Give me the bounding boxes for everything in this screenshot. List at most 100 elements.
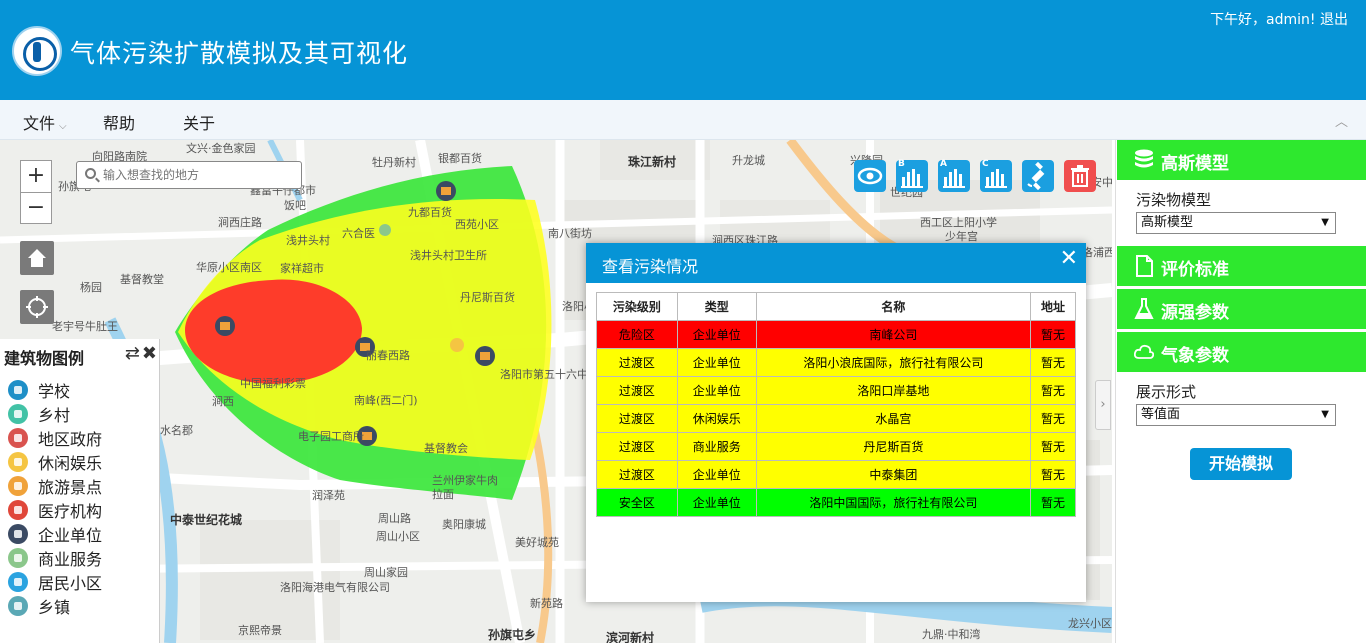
satellite-icon <box>1027 161 1045 191</box>
legend-item-label: 地区政府 <box>38 430 103 449</box>
map-label: 润泽苑 <box>312 489 345 502</box>
legend-item-label: 医疗机构 <box>38 502 103 521</box>
table-cell-address: 暂无 <box>1030 320 1076 349</box>
table-cell-level: 过渡区 <box>596 376 678 405</box>
zoom-in-button[interactable]: + <box>21 161 51 192</box>
document-icon <box>1136 255 1153 277</box>
locate-button[interactable] <box>20 290 54 324</box>
collapse-menu-icon[interactable]: ︿ <box>1335 111 1348 130</box>
chart-c-button[interactable]: C <box>980 159 1012 192</box>
pollution-table: 污染级别 类型 名称 地址 危险区 企业单位 南峰公司 暂无 过渡区 企业单位 洛阳小浪底国… <box>596 292 1076 517</box>
dialog-header: 查看污染情况 ✕ <box>586 243 1086 283</box>
table-row[interactable]: 过渡区 企业单位 洛阳口岸基地 暂无 <box>596 376 1076 405</box>
table-cell-address: 暂无 <box>1030 348 1076 377</box>
table-row[interactable]: 安全区 企业单位 洛阳中国国际，旅行社有限公司 暂无 <box>596 488 1076 517</box>
zoom-control: + − <box>20 160 52 224</box>
section-label: 高斯模型 <box>1161 154 1229 174</box>
legend-list: 学校 乡村 地区政府 休闲娱乐 旅游景点 医疗机构 企业单位 商业服务 居民小区… <box>8 378 102 618</box>
map-label: 基督教堂 <box>120 273 164 286</box>
building-legend: 建筑物图例 ⇄ ✖ 学校 乡村 地区政府 休闲娱乐 旅游景点 医疗机构 企业单位 … <box>0 339 160 643</box>
map-label: 珠江新村 <box>628 155 677 169</box>
start-simulation-button[interactable]: 开始模拟 <box>1190 448 1292 480</box>
map-search-input[interactable] <box>103 163 293 187</box>
table-cell-type: 企业单位 <box>676 488 757 517</box>
map-label: 电子园工商所 <box>298 430 364 443</box>
view-toggle-button[interactable] <box>854 160 886 192</box>
section-label: 源强参数 <box>1161 303 1229 323</box>
menu-about[interactable]: 关于 <box>183 110 215 134</box>
pollution-dialog: 查看污染情况 ✕ 污染级别 类型 名称 地址 危险区 企业单位 南峰公司 暂无 过渡区企… <box>586 243 1086 602</box>
legend-item-label: 商业服务 <box>38 550 103 569</box>
table-cell-type: 企业单位 <box>676 376 757 405</box>
table-cell-level: 安全区 <box>596 488 678 517</box>
cloud-icon <box>1134 344 1154 359</box>
close-icon[interactable]: ✖ <box>142 343 157 364</box>
chart-b-button[interactable]: B <box>896 159 928 192</box>
dropdown-arrow-icon: ▼ <box>1321 217 1329 228</box>
legend-item-label: 企业单位 <box>38 526 103 545</box>
table-cell-level: 过渡区 <box>596 348 678 377</box>
pollutant-model-select[interactable]: 高斯模型 ▼ <box>1136 212 1336 234</box>
select-value: 等值面 <box>1141 407 1181 422</box>
section-weather-params[interactable]: 气象参数 <box>1117 332 1366 372</box>
commerce-icon <box>8 548 28 568</box>
map-label: 南八街坊 <box>548 227 592 240</box>
menu-file[interactable]: 文件 ⌵ <box>23 110 67 134</box>
user-greeting-logout[interactable]: 下午好，admin! 退出 <box>1210 9 1348 29</box>
table-row[interactable]: 危险区 企业单位 南峰公司 暂无 <box>596 320 1076 349</box>
table-cell-address: 暂无 <box>1030 460 1076 489</box>
map-label: 浅井头村卫生所 <box>410 249 487 262</box>
map-label: 六合医 <box>342 227 375 240</box>
map-label: 涧西 <box>212 395 234 408</box>
map-label: 少年宫 <box>945 230 978 243</box>
map-label: 滨河新村 <box>606 631 655 643</box>
school-icon <box>8 380 28 400</box>
close-icon[interactable]: ✕ <box>1060 246 1078 271</box>
panel-toggle-handle[interactable]: › <box>1095 380 1111 430</box>
map-label: 九鼎·中和湾 <box>922 628 981 641</box>
chevron-down-icon: ⌵ <box>59 121 67 132</box>
legend-item-label: 乡镇 <box>38 598 71 617</box>
legend-item-school: 学校 <box>8 378 102 402</box>
scenic-icon <box>8 476 28 496</box>
table-cell-type: 企业单位 <box>676 320 757 349</box>
table-row[interactable]: 过渡区 商业服务 丹尼斯百货 暂无 <box>596 432 1076 461</box>
column-header: 污染级别 <box>596 292 678 321</box>
section-source-params[interactable]: 源强参数 <box>1117 289 1366 329</box>
table-row[interactable]: 过渡区 企业单位 中泰集团 暂无 <box>596 460 1076 489</box>
section-gauss-model[interactable]: 高斯模型 <box>1117 140 1366 180</box>
map-label: 家祥超市 <box>280 262 324 275</box>
map-label: 洛阳市第五十六中学 <box>500 368 599 381</box>
clear-button[interactable] <box>1064 160 1096 192</box>
map-label: 奥阳康城 <box>442 518 486 531</box>
map-label: 基督教会 <box>424 442 468 455</box>
table-row[interactable]: 过渡区 企业单位 洛阳小浪底国际，旅行社有限公司 暂无 <box>596 348 1076 377</box>
satellite-button[interactable] <box>1022 160 1054 192</box>
table-cell-address: 暂无 <box>1030 404 1076 433</box>
table-cell-name: 洛阳口岸基地 <box>755 376 1032 405</box>
display-form-select[interactable]: 等值面 ▼ <box>1136 404 1336 426</box>
map-label: 西苑小区 <box>455 218 499 231</box>
village-icon <box>8 404 28 424</box>
bar-chart-c-icon <box>985 169 1007 188</box>
map-label: 杨园 <box>80 281 102 294</box>
home-button[interactable] <box>20 241 54 275</box>
dialog-title: 查看污染情况 <box>602 257 699 276</box>
home-icon <box>28 249 46 267</box>
column-header: 地址 <box>1030 292 1076 321</box>
legend-item-label: 居民小区 <box>38 574 103 593</box>
chart-a-button[interactable]: A <box>938 159 970 192</box>
map-label: 华原小区南区 <box>196 261 262 274</box>
zoom-out-button[interactable]: − <box>21 192 51 223</box>
table-row[interactable]: 过渡区 休闲娱乐 水晶宫 暂无 <box>596 404 1076 433</box>
map-label: 水名郡 <box>160 424 193 437</box>
legend-item-label: 乡村 <box>38 406 71 425</box>
swap-icon[interactable]: ⇄ <box>125 343 140 364</box>
app-header: 气体污染扩散模拟及其可视化 下午好，admin! 退出 <box>0 0 1366 100</box>
section-evaluation-standard[interactable]: 评价标准 <box>1117 246 1366 286</box>
menu-help[interactable]: 帮助 <box>103 110 135 134</box>
legend-item-enterprise: 企业单位 <box>8 522 102 546</box>
legend-item-leisure: 休闲娱乐 <box>8 450 102 474</box>
enterprise-icon <box>8 524 28 544</box>
residence-icon <box>8 572 28 592</box>
